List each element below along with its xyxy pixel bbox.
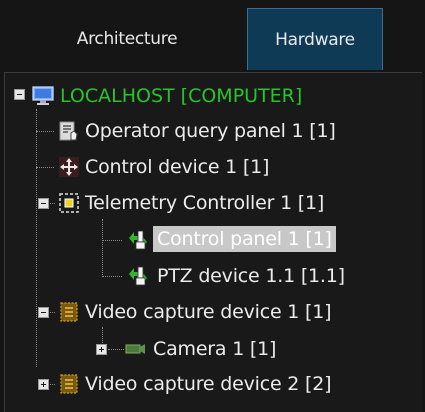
tree-guide-line [36,109,37,367]
tree-node-control-device[interactable]: Control device 1 [1] [85,149,269,185]
tree-node-label: Camera 1 [1] [153,338,277,360]
tree-node-label: LOCALHOST [COMPUTER] [60,85,303,107]
tree-node-label: PTZ device 1.1 [1.1] [157,265,345,287]
tree-node-camera[interactable]: Camera 1 [1] [153,331,276,367]
tab-bar: Architecture Hardware [0,0,425,72]
tree-node-label: Control panel 1 [1] [153,226,336,252]
tree-node-label: Video capture device 2 [2] [85,373,332,395]
tree-guide-line [36,131,54,132]
expand-toggle[interactable] [96,344,107,355]
telemetry-controller-icon [57,191,81,215]
tree-guide-line [102,240,122,241]
tree-node-video-capture-device-1[interactable]: Video capture device 1 [1] [85,294,332,330]
collapse-toggle[interactable] [14,89,25,100]
tree-node-video-capture-device-2[interactable]: Video capture device 2 [2] [85,366,332,402]
operator-query-panel-icon [57,119,81,143]
tree-node-label: Video capture device 1 [1] [85,301,332,323]
tab-hardware[interactable]: Hardware [247,8,383,70]
tree-node-label: Control device 1 [1] [85,156,270,178]
move-arrows-icon [57,155,81,179]
tree-node-localhost[interactable]: LOCALHOST [COMPUTER] [60,78,302,114]
expand-toggle[interactable] [38,379,49,390]
capture-card-icon [57,372,81,396]
tree-guide-line [102,219,103,277]
tree-node-ptz-device[interactable]: PTZ device 1.1 [1.1] [157,258,345,294]
tree-node-operator-query-panel[interactable]: Operator query panel 1 [1] [85,113,336,149]
monitor-icon [31,84,55,108]
tree-node-telemetry-controller[interactable]: Telemetry Controller 1 [1] [85,185,324,221]
tree-guide-line [108,349,124,350]
tree-node-label: Telemetry Controller 1 [1] [85,192,325,214]
camera-icon [124,337,148,361]
hardware-tree: LOCALHOST [COMPUTER] Operator query pane… [4,72,422,412]
tree-node-control-panel[interactable]: Control panel 1 [1] [153,221,336,257]
tree-guide-line [102,276,122,277]
collapse-toggle[interactable] [38,198,49,209]
collapse-toggle[interactable] [38,307,49,318]
tree-guide-line [36,167,54,168]
joystick-icon [126,264,150,288]
capture-card-icon [57,300,81,324]
tree-node-label: Operator query panel 1 [1] [85,120,336,142]
joystick-icon [126,228,150,252]
tab-architecture[interactable]: Architecture [38,8,216,70]
